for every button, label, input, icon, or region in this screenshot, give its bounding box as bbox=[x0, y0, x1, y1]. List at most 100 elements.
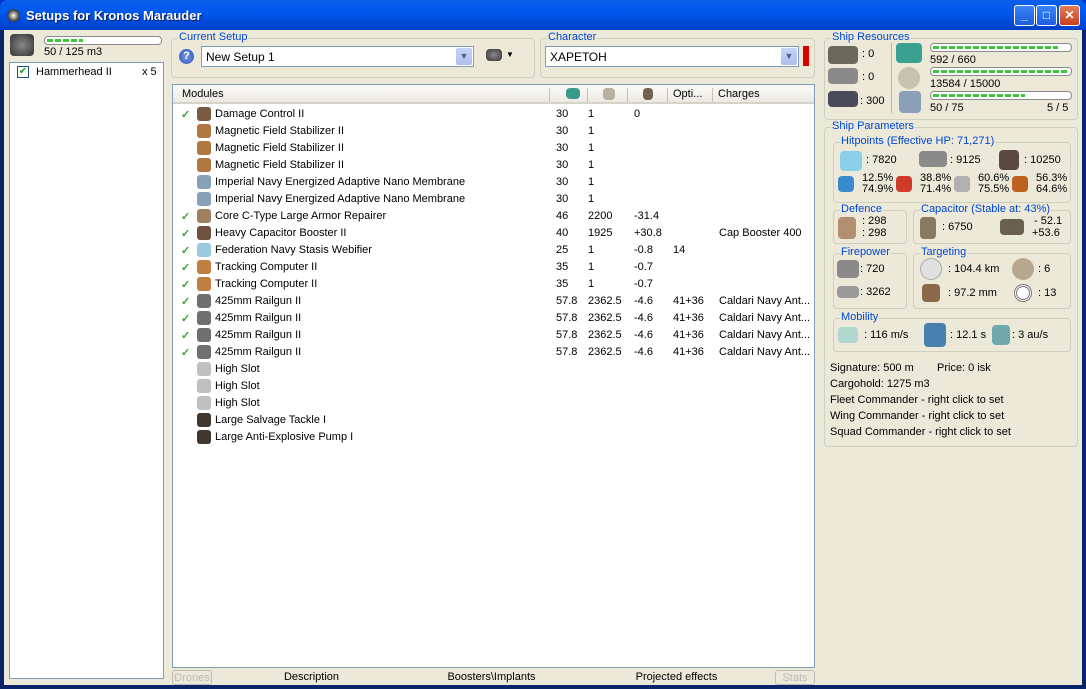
character-legend: Character bbox=[547, 31, 598, 43]
drone-bandwidth-value: 50 / 75 bbox=[930, 102, 964, 114]
module-row[interactable]: Large Salvage Tackle I bbox=[173, 412, 813, 429]
title-bar[interactable]: Setups for Kronos Marauder _ □ ✕ bbox=[0, 0, 1086, 30]
module-row[interactable]: Magnetic Field Stabilizer II 30 1 bbox=[173, 140, 813, 157]
module-row[interactable]: ✓ Tracking Computer II 35 1 -0.7 bbox=[173, 259, 813, 276]
tab-drones[interactable]: Drones bbox=[172, 670, 212, 685]
align-time-icon bbox=[924, 323, 946, 347]
volley-icon bbox=[837, 286, 859, 298]
defence-group: Defence : 298 : 298 bbox=[833, 203, 907, 244]
module-row[interactable]: Imperial Navy Energized Adaptive Nano Me… bbox=[173, 174, 813, 191]
header-capacitor[interactable] bbox=[627, 88, 667, 102]
dropdown-arrow-icon[interactable]: ▼ bbox=[506, 50, 514, 59]
close-button[interactable]: ✕ bbox=[1059, 5, 1080, 26]
module-row[interactable]: Magnetic Field Stabilizer II 30 1 bbox=[173, 123, 813, 140]
mobility-legend: Mobility bbox=[840, 311, 880, 323]
armor-icon bbox=[919, 151, 947, 167]
module-charge: Caldari Navy Ant... bbox=[719, 329, 811, 341]
module-row[interactable]: High Slot bbox=[173, 395, 813, 412]
module-name: Magnetic Field Stabilizer II bbox=[215, 125, 344, 137]
tab-boosters-implants[interactable]: Boosters\Implants bbox=[429, 670, 554, 685]
module-row[interactable]: High Slot bbox=[173, 378, 813, 395]
header-modules[interactable]: Modules bbox=[173, 88, 224, 102]
turret-hardpoints: : 0 bbox=[862, 48, 875, 60]
hitpoints-group: Hitpoints (Effective HP: 71,271) : 7820 … bbox=[833, 135, 1071, 203]
ship-menu-icon[interactable] bbox=[486, 49, 502, 61]
powergrid-value: 13584 / 15000 bbox=[930, 78, 1001, 90]
module-row[interactable]: ✓ 425mm Railgun II 57.8 2362.5 -4.6 41+36 Cald… bbox=[173, 293, 813, 310]
module-cpu: 57.8 bbox=[556, 295, 578, 307]
cpu-value: 592 / 660 bbox=[930, 54, 976, 66]
module-name: Magnetic Field Stabilizer II bbox=[215, 159, 344, 171]
active-check-icon: ✓ bbox=[181, 279, 191, 291]
module-icon bbox=[197, 362, 211, 376]
drone-list[interactable]: ✔ Hammerhead II x 5 bbox=[9, 62, 164, 679]
character-select[interactable]: ХАРЕТОН ▼ bbox=[545, 46, 799, 67]
tab-projected-effects[interactable]: Projected effects bbox=[619, 670, 734, 685]
drone-checkbox[interactable]: ✔ bbox=[17, 66, 29, 78]
sensor-strength: : 13 bbox=[1038, 287, 1057, 299]
header-cpu[interactable] bbox=[549, 88, 587, 102]
module-cap: 0 bbox=[634, 108, 641, 120]
module-row[interactable]: ✓ 425mm Railgun II 57.8 2362.5 -4.6 41+36 Cald… bbox=[173, 344, 813, 361]
module-row[interactable]: Imperial Navy Energized Adaptive Nano Me… bbox=[173, 191, 813, 208]
module-opt: 41+36 bbox=[673, 312, 704, 324]
wing-commander[interactable]: Wing Commander - right click to set bbox=[830, 410, 1004, 422]
module-icon bbox=[197, 345, 211, 359]
targeting-range: : 104.4 km bbox=[948, 263, 1000, 275]
window-title: Setups for Kronos Marauder bbox=[26, 8, 202, 23]
price-value: Price: 0 isk bbox=[937, 362, 991, 374]
capacitor-icon bbox=[920, 217, 936, 239]
module-cpu: 57.8 bbox=[556, 329, 578, 341]
module-row[interactable]: ✓ Federation Navy Stasis Webifier 25 1 -0.8 1… bbox=[173, 242, 813, 259]
module-cap: +30.8 bbox=[634, 227, 662, 239]
calibration-icon bbox=[828, 91, 858, 107]
module-cap: -31.4 bbox=[634, 210, 660, 222]
module-cap: -4.6 bbox=[634, 329, 653, 341]
targeting-group: Targeting : 104.4 km : 6 : 97.2 mm : 13 bbox=[913, 246, 1071, 309]
module-row[interactable]: ✓ 425mm Railgun II 57.8 2362.5 -4.6 41+36 Cald… bbox=[173, 327, 813, 344]
chevron-down-icon[interactable]: ▼ bbox=[456, 48, 472, 65]
maximize-button[interactable]: □ bbox=[1036, 5, 1057, 26]
module-pg: 2362.5 bbox=[588, 295, 622, 307]
setup-select[interactable]: New Setup 1 ▼ bbox=[201, 46, 474, 67]
header-powergrid[interactable] bbox=[587, 88, 627, 102]
module-pg: 2200 bbox=[588, 210, 613, 222]
sensor-strength-icon bbox=[1014, 284, 1032, 302]
module-row[interactable]: ✓ Core C-Type Large Armor Repairer 46 2200 -… bbox=[173, 208, 813, 225]
launcher-hardpoints: : 0 bbox=[862, 71, 875, 83]
active-check-icon: ✓ bbox=[181, 296, 191, 308]
align-time-value: : 12.1 s bbox=[950, 329, 987, 341]
tab-description[interactable]: Description bbox=[264, 670, 359, 685]
module-icon bbox=[197, 192, 211, 206]
help-icon[interactable]: ? bbox=[179, 49, 194, 64]
header-optimal[interactable]: Opti... bbox=[667, 88, 712, 102]
firepower-group: Firepower : 720 : 3262 bbox=[833, 246, 907, 309]
module-row[interactable]: Large Anti-Explosive Pump I bbox=[173, 429, 813, 446]
velocity-value: : 116 m/s bbox=[864, 329, 909, 341]
module-cpu: 57.8 bbox=[556, 312, 578, 324]
modules-list[interactable]: Modules Opti... Charges ✓ Damage Control … bbox=[172, 84, 815, 668]
module-row[interactable]: Magnetic Field Stabilizer II 30 1 bbox=[173, 157, 813, 174]
module-row[interactable]: ✓ 425mm Railgun II 57.8 2362.5 -4.6 41+36 Cald… bbox=[173, 310, 813, 327]
module-row[interactable]: ✓ Damage Control II 30 1 0 bbox=[173, 106, 813, 123]
resist-icon bbox=[838, 176, 854, 192]
fleet-commander[interactable]: Fleet Commander - right click to set bbox=[830, 394, 1004, 406]
module-charge: Caldari Navy Ant... bbox=[719, 346, 811, 358]
ship-resources-group: Ship Resources : 0 : 0 : 300 592 / 660 1… bbox=[824, 31, 1078, 120]
cpu-bar bbox=[933, 46, 1058, 49]
drone-qty: x 5 bbox=[142, 66, 157, 78]
module-row[interactable]: ✓ Heavy Capacitor Booster II 40 1925 +30.8 Ca… bbox=[173, 225, 813, 242]
squad-commander[interactable]: Squad Commander - right click to set bbox=[830, 426, 1011, 438]
module-row[interactable]: High Slot bbox=[173, 361, 813, 378]
module-cpu: 35 bbox=[556, 261, 569, 273]
tab-stats[interactable]: Stats bbox=[775, 670, 815, 685]
module-pg: 1 bbox=[588, 278, 595, 290]
module-cpu: 25 bbox=[556, 244, 569, 256]
app-icon bbox=[7, 9, 20, 22]
minimize-button[interactable]: _ bbox=[1014, 5, 1035, 26]
header-charges[interactable]: Charges bbox=[712, 88, 814, 102]
module-cpu: 35 bbox=[556, 278, 569, 290]
resist-icon bbox=[1012, 176, 1028, 192]
module-row[interactable]: ✓ Tracking Computer II 35 1 -0.7 bbox=[173, 276, 813, 293]
chevron-down-icon[interactable]: ▼ bbox=[781, 48, 797, 65]
